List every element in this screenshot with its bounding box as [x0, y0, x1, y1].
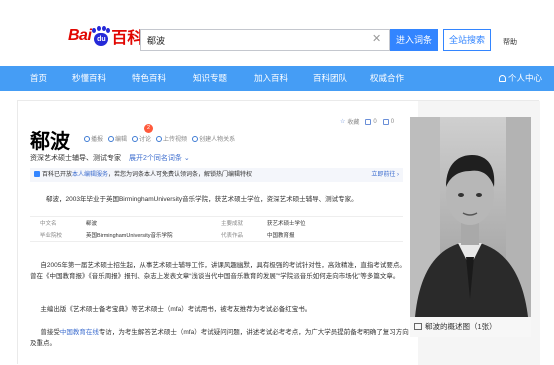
more-meanings-label: 展开2个同名词条 [128, 155, 182, 162]
broadcast-label: 播报 [91, 137, 104, 143]
info-box: 中文名 郗波 主要成就 获艺术硕士学位 毕业院校 英国BirminghamUni… [30, 216, 403, 242]
paragraph-1: 自2005年第一届艺术硕士招生起，从事艺术硕士辅导工作，讲课风趣幽默，具有极强的… [30, 262, 406, 280]
logo-text-bai: Bai [68, 27, 92, 44]
pencil-icon [108, 135, 115, 142]
create-relation-button[interactable]: 创建人物关系 [192, 134, 235, 143]
album-icon [414, 323, 422, 330]
people-icon [192, 135, 199, 142]
info-value: 英国BirminghamUniversity音乐学院 [86, 233, 173, 239]
logo-text-baike: 百科 [111, 30, 144, 47]
para3-prefix: 曾接受 [40, 329, 60, 336]
favorite-button[interactable]: ☆ 收藏 [340, 117, 359, 126]
discuss-count-badge: 2 [144, 124, 154, 133]
upload-video-button[interactable]: 上传视频 [156, 134, 187, 143]
search-input[interactable] [141, 30, 367, 50]
paragraph-3: 曾接受中国教育在线专访，为考生解答艺术硕士（mfa）考试疑问问题，讲述考试必考考… [30, 327, 410, 349]
nav-item-video[interactable]: 秒懂百科 [72, 66, 106, 91]
photo-caption[interactable]: 郗波的概述图（1张） [410, 317, 531, 337]
close-icon[interactable]: ✕ [372, 34, 383, 45]
favorite-label: 收藏 [347, 120, 360, 126]
info-row: 毕业院校 英国BirminghamUniversity音乐学院 代表作品 中国教… [30, 230, 403, 242]
photo-caption-text: 郗波的概述图（1张） [425, 322, 497, 331]
notice-prefix: 百科已开放 [42, 172, 73, 178]
apply-now-link[interactable]: 立即前往 › [371, 168, 399, 182]
info-value: 中国教育报 [267, 233, 295, 239]
info-row: 中文名 郗波 主要成就 获艺术硕士学位 [30, 218, 403, 230]
chevron-down-icon: ⌄ [183, 155, 190, 162]
info-key: 主要成就 [221, 221, 244, 227]
like-button[interactable]: 0 [365, 117, 377, 126]
self-edit-link[interactable]: 本人编辑服务 [72, 172, 108, 178]
edit-button[interactable]: 编辑 [108, 134, 127, 143]
main-nav: 首页 秒懂百科 特色百科 知识专题 加入百科 百科团队 权威合作 个人中心 [0, 66, 554, 91]
help-link[interactable]: 帮助 [503, 37, 517, 47]
edit-notice: 百科已开放本人编辑服务，若您为词条本人可免费认领词条，解锁热门编辑特权 立即前往… [30, 168, 403, 182]
info-icon [34, 171, 40, 177]
share-count: 0 [390, 118, 395, 125]
paw-icon: du [92, 26, 111, 46]
star-icon: ☆ [340, 119, 346, 125]
enter-entry-button[interactable]: 进入词条 [390, 29, 438, 51]
info-value: 郗波 [86, 221, 98, 227]
entry-subtitle: 资深艺术硕士辅导、测试专家 展开2个同名词条 ⌄ [30, 153, 190, 163]
broadcast-button[interactable]: 播报 [84, 134, 103, 143]
create-relation-label: 创建人物关系 [199, 137, 236, 143]
chat-icon [132, 135, 139, 142]
discuss-button[interactable]: 讨论 2 [132, 124, 154, 143]
nav-item-team[interactable]: 百科团队 [313, 66, 347, 91]
china-edu-online-link[interactable]: 中国教育在线 [60, 329, 99, 336]
user-icon [498, 75, 506, 82]
thumb-icon [365, 118, 372, 125]
discuss-label: 讨论 [139, 137, 152, 143]
video-icon [156, 135, 163, 142]
subtitle-text: 资深艺术硕士辅导、测试专家 [30, 155, 121, 162]
logo-text-du: du [94, 33, 109, 46]
notice-text: ，若您为词条本人可免费认领词条，解锁热门编辑特权 [108, 172, 253, 178]
portrait-image [410, 117, 531, 317]
search-box: ✕ [140, 29, 390, 51]
speaker-icon [84, 135, 90, 142]
nav-item-home[interactable]: 首页 [30, 66, 47, 91]
entry-stats: ☆ 收藏 0 0 [340, 117, 394, 126]
info-value: 获艺术硕士学位 [267, 221, 306, 227]
nav-item-featured[interactable]: 特色百科 [132, 66, 166, 91]
more-meanings-link[interactable]: 展开2个同名词条 ⌄ [129, 155, 190, 162]
nav-item-join[interactable]: 加入百科 [254, 66, 288, 91]
like-count: 0 [373, 118, 377, 125]
share-icon [382, 118, 389, 125]
entry-summary: 郗波，2003年毕业于英国BirminghamUniversity音乐学院，获艺… [46, 196, 358, 203]
share-button[interactable]: 0 [382, 117, 395, 126]
top-header: Bai du 百科 ✕ 进入词条 全站搜索 帮助 [0, 0, 554, 64]
page-title: 郗波 [30, 131, 70, 153]
site-search-button[interactable]: 全站搜索 [443, 29, 491, 51]
nav-item-topics[interactable]: 知识专题 [193, 66, 227, 91]
nav-item-partners[interactable]: 权威合作 [370, 66, 404, 91]
upload-video-label: 上传视频 [163, 137, 188, 143]
entry-actions: 播报 编辑 讨论 2 上传视频 创建人物关系 [84, 124, 235, 143]
info-key: 代表作品 [221, 233, 244, 239]
user-center-link[interactable]: 个人中心 [498, 66, 542, 91]
user-center-label: 个人中心 [507, 73, 542, 83]
portrait-photo[interactable] [410, 117, 531, 317]
edit-label: 编辑 [115, 137, 128, 143]
info-key: 中文名 [40, 221, 57, 227]
info-key: 毕业院校 [40, 233, 63, 239]
paragraph-2: 主编出版《艺术硕士备考宝典》等艺术硕士（mfa）考试用书，被考友推荐为考试必备红… [40, 306, 312, 313]
baidu-baike-logo[interactable]: Bai du 百科 [68, 24, 143, 48]
entry-main: 郗波 播报 编辑 讨论 2 上传视频 创建人物关系 ☆ 收藏 0 0 资深艺术硕士辅… [18, 101, 418, 365]
